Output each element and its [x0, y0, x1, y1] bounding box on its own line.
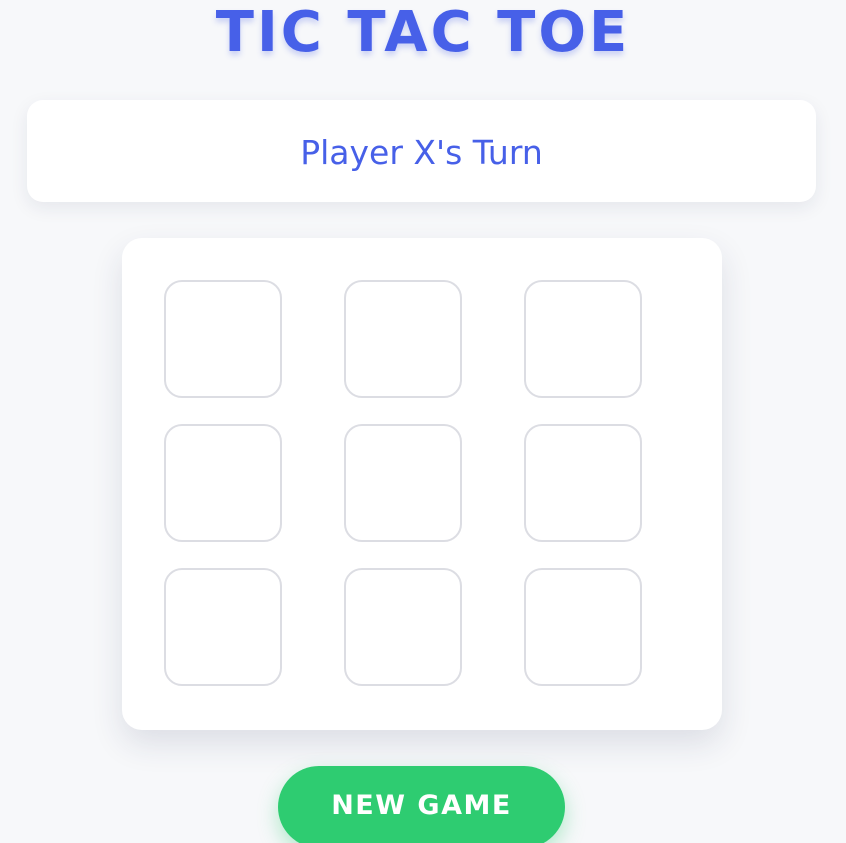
new-game-button[interactable]: NEW GAME [278, 766, 565, 843]
board-cell-4[interactable] [164, 424, 282, 542]
board-cell-8[interactable] [344, 568, 462, 686]
game-board [122, 238, 722, 730]
board-cell-5[interactable] [344, 424, 462, 542]
board-cell-2[interactable] [344, 280, 462, 398]
board-cell-7[interactable] [164, 568, 282, 686]
game-title: TIC TAC TOE [215, 0, 631, 65]
board-cell-1[interactable] [164, 280, 282, 398]
turn-status: Player X's Turn [300, 133, 543, 172]
board-cell-9[interactable] [524, 568, 642, 686]
board-cell-6[interactable] [524, 424, 642, 542]
game-page: TIC TAC TOE Player X's Turn NEW GAME [0, 0, 846, 843]
board-cell-3[interactable] [524, 280, 642, 398]
status-panel: Player X's Turn [27, 100, 816, 202]
